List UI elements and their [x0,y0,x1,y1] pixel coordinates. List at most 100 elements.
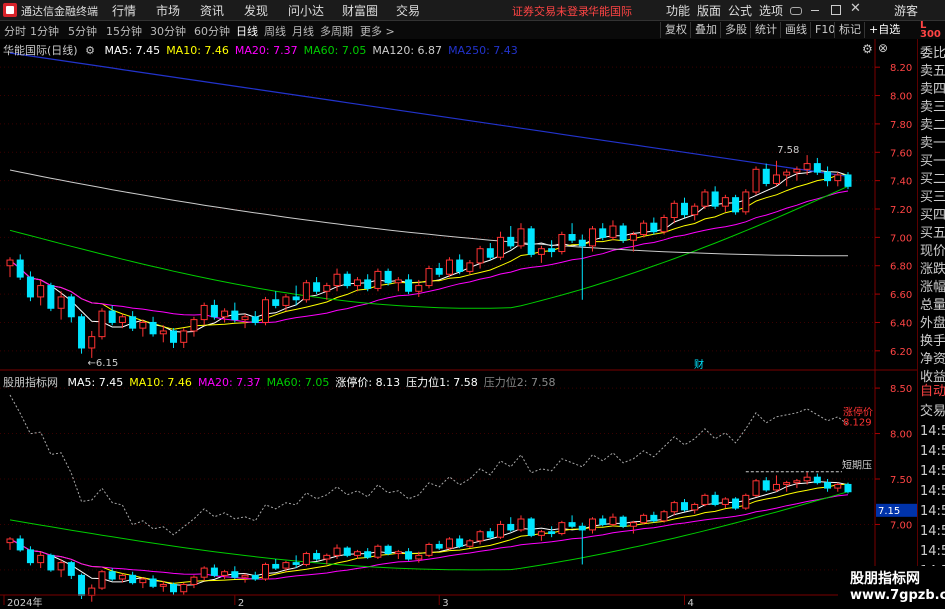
main-candle[interactable] [251,316,259,323]
sub-candle[interactable] [302,553,310,565]
main-candle[interactable] [37,285,45,298]
main-candle[interactable] [333,273,341,287]
sub-candle[interactable] [129,574,137,584]
main-candle[interactable] [374,270,382,289]
sub-candle[interactable] [200,567,208,578]
user-label[interactable]: 游客 [894,2,918,19]
main-candle[interactable] [98,310,106,338]
add-watchlist-button[interactable]: +自选 [864,22,904,38]
main-candle[interactable] [180,330,188,343]
sub-candle[interactable] [619,516,627,527]
main-candle[interactable] [435,268,443,275]
login-status[interactable]: 证券交易未登录 [512,3,589,19]
main-candle[interactable] [844,174,852,187]
menu-news[interactable]: 资讯 [200,2,224,19]
main-candle[interactable] [670,202,678,219]
pane-settings-icon[interactable]: ⚙ [862,42,873,56]
sub-candle[interactable] [445,538,453,549]
main-candle[interactable] [241,316,249,321]
main-candle[interactable] [425,268,433,287]
menu-options[interactable]: 选项 [759,2,783,19]
main-candle[interactable] [772,174,780,184]
sub-candle[interactable] [292,562,300,565]
sub-candle[interactable] [353,551,361,556]
sub-candle[interactable] [374,545,382,558]
right-panel-item[interactable]: 卖五 [920,63,945,81]
sub-candle[interactable] [558,522,566,535]
sub-candle[interactable] [803,476,811,482]
main-candle[interactable] [517,228,525,247]
right-panel-sub-item[interactable]: 交易 [920,402,945,422]
sub-candle[interactable] [364,551,372,558]
main-candle[interactable] [721,197,729,207]
main-candle[interactable] [640,222,648,236]
draw-line-button[interactable]: 画线 [780,22,811,38]
main-candle[interactable] [323,285,331,292]
main-candle[interactable] [834,174,842,182]
overlay-button[interactable]: 叠加 [690,22,721,38]
main-candle[interactable] [680,202,688,216]
sub-candle[interactable] [732,498,740,509]
sub-candle[interactable] [680,502,688,511]
sub-candle[interactable] [180,583,188,593]
sub-candle[interactable] [261,563,269,580]
right-panel-item[interactable]: 买一 [920,153,945,171]
mark-button[interactable]: 标记 [834,22,865,38]
sub-candle[interactable] [660,511,668,522]
sub-candle[interactable] [170,583,178,593]
right-panel-item[interactable]: 涨跌 [920,261,945,279]
sub-candle[interactable] [701,494,709,505]
sub-candle[interactable] [568,522,576,527]
main-candle[interactable] [568,234,576,241]
sub-candle[interactable] [793,480,801,484]
main-candle[interactable] [292,296,300,301]
sub-candle[interactable] [333,547,341,556]
sub-candle[interactable] [466,540,474,547]
main-candle[interactable] [578,239,586,247]
main-candle[interactable] [660,217,668,233]
right-panel-item[interactable]: 现价 [920,243,945,261]
sub-candle[interactable] [57,562,65,571]
menu-market[interactable]: 市场 [156,2,180,19]
sub-candle[interactable] [149,578,157,587]
chart-area[interactable]: 8.20 8.00 7.80 7.60 7.40 7.20 7.00 6.80 6.60 6.40… [0,39,917,609]
main-candle[interactable] [6,259,14,267]
sub-candle[interactable] [762,480,770,491]
menu-wealth[interactable]: 财富圈 [342,2,378,19]
adjust-button[interactable]: 复权 [660,22,691,38]
main-candle[interactable] [272,299,280,306]
right-panel-item[interactable]: 换手 [920,333,945,351]
sub-candle[interactable] [251,574,259,580]
right-panel-sub-item[interactable]: 14:5 [920,502,945,522]
main-candle[interactable] [394,279,402,284]
sub-candle[interactable] [670,502,678,513]
main-candle[interactable] [26,276,34,298]
main-candle[interactable] [384,270,392,284]
main-candle[interactable] [783,171,791,176]
menu-formula[interactable]: 公式 [728,2,752,19]
close-icon[interactable]: ✕ [850,1,861,16]
sub-candle[interactable] [721,498,729,505]
main-candle[interactable] [558,234,566,253]
sub-candle[interactable] [16,538,24,551]
right-panel-item[interactable]: 买二 [920,171,945,189]
sub-candle[interactable] [640,514,648,524]
right-panel-item[interactable]: 外盘 [920,315,945,333]
sub-candle[interactable] [139,578,147,584]
sub-candle[interactable] [629,522,637,527]
main-candle[interactable] [88,336,96,349]
main-candle[interactable] [803,163,811,170]
menu-trade[interactable]: 交易 [396,2,420,19]
sub-candle[interactable] [394,551,402,555]
right-panel-sub-item[interactable]: 自动 [920,382,945,402]
sub-candle[interactable] [272,563,280,569]
period-multi[interactable]: 多周期 [320,23,353,39]
period-monthly[interactable]: 月线 [292,23,314,39]
right-panel-sub-item[interactable]: 14:5 [920,442,945,462]
main-candle[interactable] [190,319,198,332]
sub-candle[interactable] [415,554,423,560]
sub-candle[interactable] [37,554,45,564]
period-5min[interactable]: 5分钟 [68,23,97,39]
sub-candle[interactable] [159,583,167,587]
sub-candle[interactable] [537,531,545,536]
